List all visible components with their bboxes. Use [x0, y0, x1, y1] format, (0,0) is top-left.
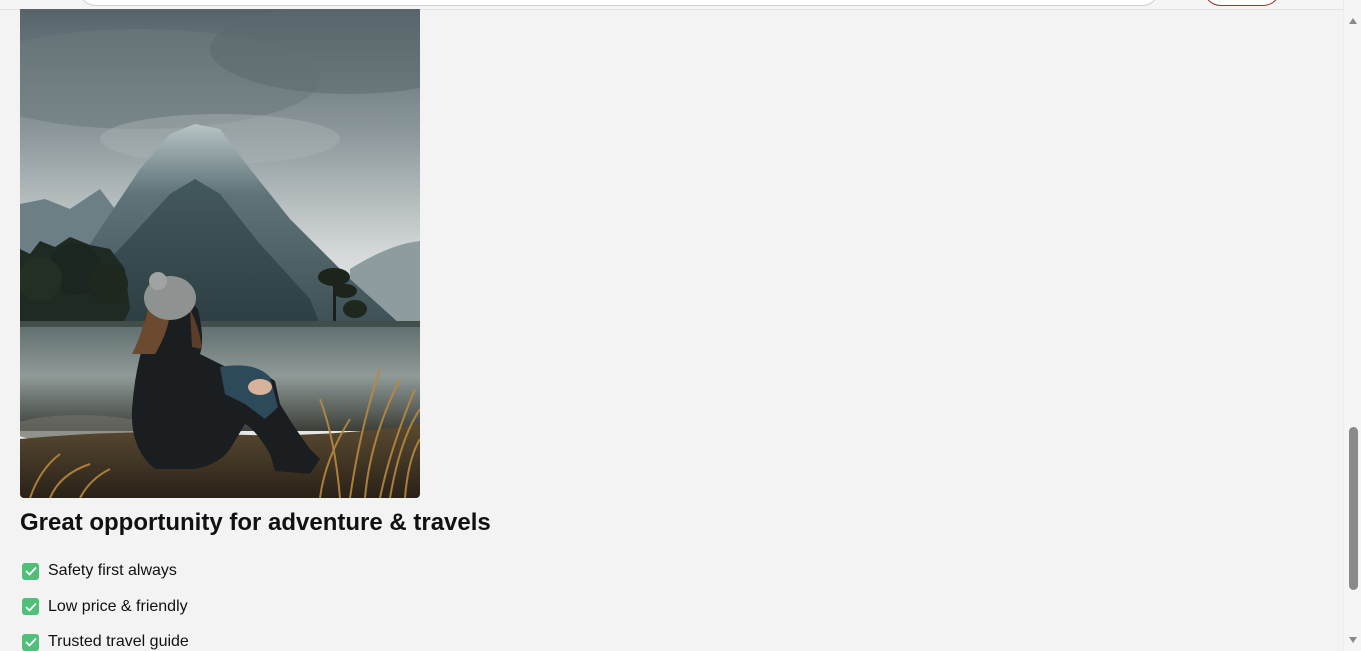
feature-label: Safety first always [48, 562, 177, 579]
scroll-down-arrow-icon[interactable] [1347, 633, 1359, 647]
feature-label: Trusted travel guide [48, 633, 189, 650]
list-item: Trusted travel guide [20, 631, 189, 651]
page-viewport: Great opportunity for adventure & travel… [0, 0, 1343, 651]
scrollbar-thumb[interactable] [1349, 427, 1358, 590]
check-box-icon [22, 562, 39, 580]
search-input[interactable] [78, 0, 1160, 6]
hero-image [20, 9, 420, 498]
check-box-icon [22, 633, 39, 651]
header-button[interactable] [1203, 0, 1281, 6]
scroll-up-arrow-icon[interactable] [1347, 14, 1359, 28]
section-title: Great opportunity for adventure & travel… [20, 509, 491, 536]
feature-label: Low price & friendly [48, 597, 188, 615]
list-item: Safety first always [20, 560, 189, 582]
list-item: Low price & friendly [20, 596, 189, 618]
check-box-icon [22, 598, 39, 615]
feature-list: Safety first always Low price & friendly… [20, 560, 189, 651]
vertical-scrollbar[interactable] [1343, 0, 1361, 651]
